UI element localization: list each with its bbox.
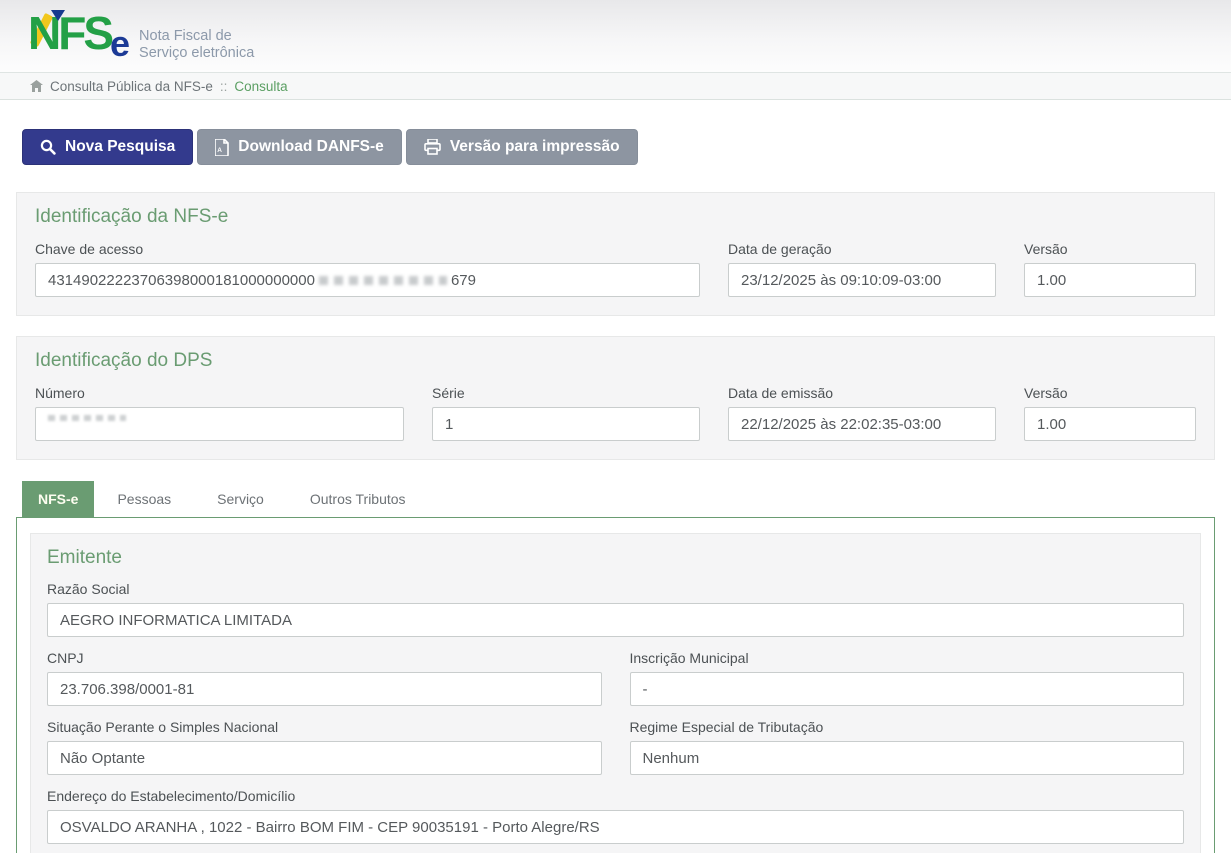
razao-social-input[interactable]: AEGRO INFORMATICA LIMITADA [47, 603, 1184, 637]
versao-impressao-label: Versão para impressão [450, 138, 620, 156]
simples-nacional-input[interactable]: Não Optante [47, 741, 602, 775]
versao-dps-input[interactable]: 1.00 [1024, 407, 1196, 441]
search-icon [40, 139, 56, 155]
data-geracao-input[interactable]: 23/12/2025 às 09:10:09-03:00 [728, 263, 996, 297]
chave-acesso-redaction [319, 276, 447, 285]
section-identificacao-nfse: Identificação da NFS-e Chave de acesso 4… [16, 192, 1215, 316]
versao-dps-field: Versão 1.00 [1024, 385, 1196, 441]
breadcrumb-current[interactable]: Consulta [234, 79, 287, 94]
data-emissao-label: Data de emissão [728, 385, 996, 401]
chave-acesso-field: Chave de acesso 431490222237063980001810… [35, 241, 700, 297]
tab-panel-nfse: Emitente Razão Social AEGRO INFORMATICA … [16, 517, 1215, 853]
download-danfse-label: Download DANFS-e [238, 138, 384, 156]
numero-redaction [48, 415, 126, 421]
chave-acesso-value-suffix: 679 [451, 272, 476, 289]
breadcrumb: Consulta Pública da NFS-e :: Consulta [0, 72, 1231, 100]
numero-label: Número [35, 385, 404, 401]
chave-acesso-input[interactable]: 43149022223706398000181000000000 679 [35, 263, 700, 297]
endereco-field: Endereço do Estabelecimento/Domicílio OS… [47, 788, 1184, 844]
logo-tagline-line1: Nota Fiscal de [139, 28, 232, 44]
cnpj-input[interactable]: 23.706.398/0001-81 [47, 672, 602, 706]
printer-icon [424, 139, 441, 155]
serie-label: Série [432, 385, 700, 401]
logo-tagline-line2: Serviço eletrônica [139, 45, 254, 61]
versao-impressao-button[interactable]: Versão para impressão [406, 129, 638, 165]
data-emissao-input[interactable]: 22/12/2025 às 22:02:35-03:00 [728, 407, 996, 441]
tab-bar: NFS-e Pessoas Serviço Outros Tributos [22, 481, 1215, 517]
data-geracao-label: Data de geração [728, 241, 996, 257]
breadcrumb-separator: :: [220, 79, 228, 94]
data-geracao-field: Data de geração 23/12/2025 às 09:10:09-0… [728, 241, 996, 297]
razao-social-label: Razão Social [47, 581, 1184, 597]
inscricao-municipal-label: Inscrição Municipal [630, 650, 1185, 666]
breadcrumb-root[interactable]: Consulta Pública da NFS-e [50, 79, 213, 94]
inscricao-municipal-field: Inscrição Municipal - [630, 650, 1185, 706]
logo-e-text: e [110, 26, 130, 62]
pdf-file-icon: A [215, 139, 229, 156]
tab-servico[interactable]: Serviço [201, 481, 280, 517]
logo-tagline: Nota Fiscal de Serviço eletrônica [139, 28, 254, 61]
versao-dps-label: Versão [1024, 385, 1196, 401]
svg-text:A: A [217, 147, 222, 154]
regime-especial-label: Regime Especial de Tributação [630, 719, 1185, 735]
endereco-label: Endereço do Estabelecimento/Domicílio [47, 788, 1184, 804]
home-icon[interactable] [30, 80, 43, 92]
numero-input[interactable] [35, 407, 404, 441]
regime-especial-input[interactable]: Nenhum [630, 741, 1185, 775]
logo-blue-tip [51, 10, 65, 21]
inscricao-municipal-input[interactable]: - [630, 672, 1185, 706]
versao-nfse-field: Versão 1.00 [1024, 241, 1196, 297]
numero-field: Número [35, 385, 404, 441]
endereco-input[interactable]: OSVALDO ARANHA , 1022 - Bairro BOM FIM -… [47, 810, 1184, 844]
section-title-nfse: Identificação da NFS-e [35, 206, 1196, 228]
serie-field: Série 1 [432, 385, 700, 441]
tab-nfse[interactable]: NFS-e [22, 481, 94, 517]
chave-acesso-label: Chave de acesso [35, 241, 700, 257]
section-title-dps: Identificação do DPS [35, 350, 1196, 372]
nova-pesquisa-label: Nova Pesquisa [65, 138, 175, 156]
data-emissao-field: Data de emissão 22/12/2025 às 22:02:35-0… [728, 385, 996, 441]
nova-pesquisa-button[interactable]: Nova Pesquisa [22, 129, 193, 165]
cnpj-field: CNPJ 23.706.398/0001-81 [47, 650, 602, 706]
tab-pessoas[interactable]: Pessoas [101, 481, 187, 517]
tab-outros-tributos[interactable]: Outros Tributos [294, 481, 422, 517]
simples-nacional-field: Situação Perante o Simples Nacional Não … [47, 719, 602, 775]
razao-social-field: Razão Social AEGRO INFORMATICA LIMITADA [47, 581, 1184, 637]
serie-input[interactable]: 1 [432, 407, 700, 441]
logo-nfs-text: NFS [28, 10, 111, 56]
chave-acesso-value-prefix: 43149022223706398000181000000000 [48, 272, 315, 289]
toolbar: Nova Pesquisa A Download DANFS-e Versão … [22, 129, 1215, 165]
download-danfse-button[interactable]: A Download DANFS-e [197, 129, 402, 165]
section-emitente: Emitente Razão Social AEGRO INFORMATICA … [30, 533, 1201, 853]
nfse-logo: NFS e Nota Fiscal de Serviço eletrônica [28, 10, 254, 62]
main-content: Identificação da NFS-e Chave de acesso 4… [0, 192, 1231, 460]
emitente-title: Emitente [47, 547, 1184, 569]
tabs-section: NFS-e Pessoas Serviço Outros Tributos Em… [16, 481, 1215, 853]
versao-nfse-label: Versão [1024, 241, 1196, 257]
section-identificacao-dps: Identificação do DPS Número Série 1 Data… [16, 336, 1215, 460]
cnpj-label: CNPJ [47, 650, 602, 666]
regime-especial-field: Regime Especial de Tributação Nenhum [630, 719, 1185, 775]
simples-nacional-label: Situação Perante o Simples Nacional [47, 719, 602, 735]
versao-nfse-input[interactable]: 1.00 [1024, 263, 1196, 297]
app-header: NFS e Nota Fiscal de Serviço eletrônica [0, 0, 1231, 72]
